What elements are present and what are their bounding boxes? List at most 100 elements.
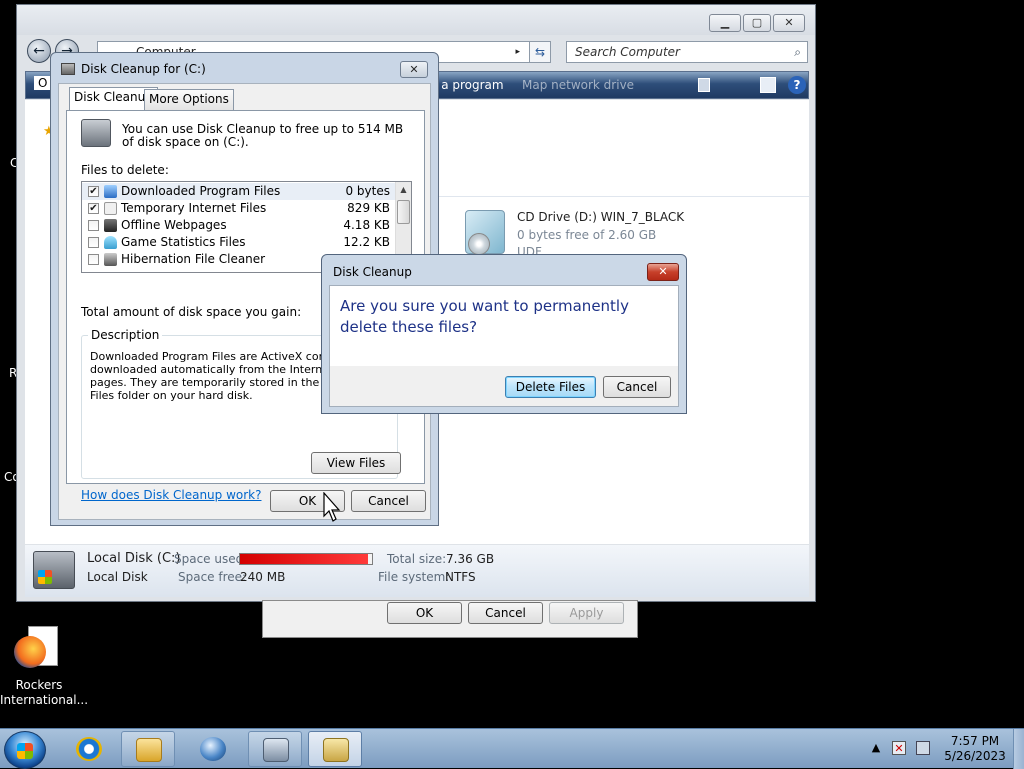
refresh-icon: ⇆ xyxy=(534,45,546,59)
help-icon[interactable]: ? xyxy=(788,76,806,94)
media-player-icon xyxy=(200,737,226,761)
taskbar-computer[interactable] xyxy=(248,731,302,767)
clock-date: 5/26/2023 xyxy=(944,749,1006,763)
minimize-button[interactable]: ▁ xyxy=(709,14,741,32)
details-disk-type: Local Disk xyxy=(87,570,148,584)
group-divider xyxy=(437,196,809,197)
delete-files-button[interactable]: Delete Files xyxy=(505,376,596,398)
chevron-right-icon: ▸ xyxy=(515,47,520,57)
checkbox[interactable] xyxy=(88,220,99,231)
confirm-cancel-button[interactable]: Cancel xyxy=(603,376,671,398)
list-item[interactable]: ✔ Downloaded Program Files 0 bytes xyxy=(82,183,396,200)
action-center-icon[interactable]: ✕ xyxy=(892,741,906,755)
total-size-label: Total size: xyxy=(387,552,447,566)
disk-cleanup-title-icon xyxy=(61,63,75,75)
checkbox[interactable]: ✔ xyxy=(88,186,99,197)
local-disk-icon xyxy=(33,551,75,589)
properties-window: OK Cancel Apply xyxy=(262,600,638,638)
desktop-shortcut[interactable] xyxy=(14,626,62,674)
scroll-up-icon[interactable]: ▲ xyxy=(396,183,411,197)
file-system-value: NTFS xyxy=(445,570,476,584)
explorer-caption: ▁ ▢ ✕ xyxy=(17,5,815,35)
taskbar-windows-explorer[interactable] xyxy=(121,731,175,767)
clock-time: 7:57 PM xyxy=(950,734,1000,748)
checkbox[interactable] xyxy=(88,237,99,248)
disk-cleanup-close-button[interactable]: ✕ xyxy=(400,61,428,78)
details-pane: Local Disk (C:) Local Disk Space used: S… xyxy=(25,545,809,597)
back-arrow-icon: ← xyxy=(33,43,45,59)
close-button[interactable]: ✕ xyxy=(773,14,805,32)
disc-icon xyxy=(468,233,490,255)
help-link[interactable]: How does Disk Cleanup work? xyxy=(81,488,262,502)
confirm-dialog: Disk Cleanup ✕ Are you sure you want to … xyxy=(321,254,687,414)
properties-apply-button[interactable]: Apply xyxy=(549,602,624,624)
cancel-button[interactable]: Cancel xyxy=(351,490,426,512)
confirm-body: Are you sure you want to permanently del… xyxy=(329,285,679,407)
space-used-bar xyxy=(239,553,373,565)
details-disk-name: Local Disk (C:) xyxy=(87,551,181,566)
close-icon: ✕ xyxy=(658,265,668,278)
properties-cancel-button[interactable]: Cancel xyxy=(468,602,543,624)
confirm-message: Are you sure you want to permanently del… xyxy=(340,297,629,336)
confirm-message-area: Are you sure you want to permanently del… xyxy=(330,286,678,366)
cd-drive-icon[interactable] xyxy=(465,210,505,255)
disk-cleanup-icon xyxy=(323,738,349,762)
file-name: Downloaded Program Files xyxy=(121,184,281,198)
cd-drive-free: 0 bytes free of 2.60 GB xyxy=(517,228,657,242)
total-space-label: Total amount of disk space you gain: xyxy=(81,305,302,319)
toolbar-uninstall-program[interactable]: e a program xyxy=(430,78,504,92)
folder-icon xyxy=(136,738,162,762)
scroll-thumb[interactable] xyxy=(397,200,410,224)
close-icon: ✕ xyxy=(409,63,419,76)
network-icon[interactable] xyxy=(916,741,930,755)
search-icon: ⌕ xyxy=(794,45,801,59)
maximize-button[interactable]: ▢ xyxy=(743,14,771,32)
taskbar-internet-explorer[interactable] xyxy=(62,731,116,767)
start-button[interactable] xyxy=(4,731,46,769)
checkbox[interactable] xyxy=(88,254,99,265)
view-files-button[interactable]: View Files xyxy=(311,452,401,474)
preview-pane-icon[interactable] xyxy=(760,77,776,93)
view-options-icon[interactable] xyxy=(698,78,710,92)
cleanup-intro-text: You can use Disk Cleanup to free up to 5… xyxy=(122,122,404,149)
desktop-shortcut-label[interactable]: Rockers International... xyxy=(0,678,88,708)
toolbar-map-network-drive[interactable]: Map network drive xyxy=(522,78,634,92)
show-desktop-button[interactable] xyxy=(1013,729,1024,769)
space-free-label: Space free: xyxy=(178,570,247,584)
file-system-label: File system: xyxy=(378,570,450,584)
file-size: 12.2 KB xyxy=(343,235,390,249)
list-item[interactable]: Offline Webpages 4.18 KB xyxy=(82,217,396,234)
offline-webpages-icon xyxy=(104,219,117,232)
back-button[interactable]: ← xyxy=(27,39,51,63)
taskbar-media-player[interactable] xyxy=(186,731,240,767)
internet-explorer-icon xyxy=(76,737,102,761)
disk-cleanup-title: Disk Cleanup for (C:) xyxy=(81,62,206,76)
tab-more-options[interactable]: More Options xyxy=(144,89,234,110)
space-free-value: 240 MB xyxy=(240,570,286,584)
description-legend: Description xyxy=(88,328,163,342)
maximize-icon: ▢ xyxy=(751,16,763,29)
list-item[interactable]: Game Statistics Files 12.2 KB xyxy=(82,234,396,251)
list-item[interactable]: ✔ Temporary Internet Files 829 KB xyxy=(82,200,396,217)
total-size-value: 7.36 GB xyxy=(446,552,495,566)
file-size: 829 KB xyxy=(347,201,390,215)
computer-icon xyxy=(263,738,289,762)
file-name: Game Statistics Files xyxy=(121,235,246,249)
cd-drive-title[interactable]: CD Drive (D:) WIN_7_BLACK xyxy=(517,210,684,224)
space-used-label: Space used: xyxy=(174,552,248,566)
confirm-close-button[interactable]: ✕ xyxy=(647,263,679,281)
game-statistics-icon xyxy=(104,236,117,249)
minimize-icon: ▁ xyxy=(720,16,730,29)
toolbar-organize-fragment[interactable]: O xyxy=(34,76,52,90)
checkbox[interactable]: ✔ xyxy=(88,203,99,214)
show-hidden-icons-icon[interactable]: ▲ xyxy=(869,741,883,755)
properties-ok-button[interactable]: OK xyxy=(387,602,462,624)
taskbar-disk-cleanup[interactable] xyxy=(308,731,362,767)
windows-logo-icon xyxy=(17,743,33,759)
navigation-pane: ★ xyxy=(25,100,55,544)
file-size: 4.18 KB xyxy=(343,218,390,232)
search-input[interactable]: Search Computer ⌕ xyxy=(566,41,808,63)
hibernation-icon xyxy=(104,253,117,266)
refresh-button[interactable]: ⇆ xyxy=(529,41,551,63)
clock[interactable]: 7:57 PM 5/26/2023 xyxy=(940,734,1010,764)
